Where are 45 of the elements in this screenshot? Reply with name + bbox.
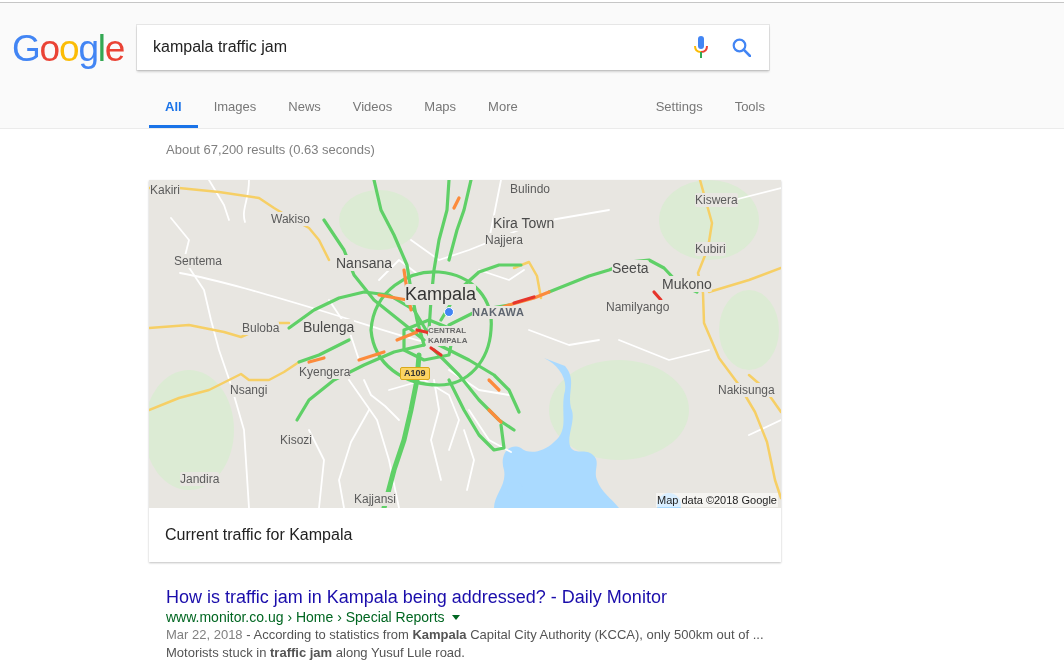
place-label: Bulindo (510, 182, 551, 196)
place-label: Nansana (336, 255, 393, 271)
nav-link[interactable]: Tools (718, 88, 781, 128)
place-label: Kira Town (493, 215, 555, 231)
search-input[interactable]: kampala traffic jam (153, 36, 694, 58)
place-label: Jandira (180, 472, 220, 486)
place-label: CENTRAL KAMPALA (428, 326, 470, 346)
google-logo[interactable]: Google (12, 23, 125, 71)
search-tab[interactable]: More (472, 88, 534, 128)
place-label: Nakisunga (718, 383, 775, 397)
place-label: Kubiri (695, 242, 726, 256)
search-tab[interactable]: Videos (336, 88, 409, 128)
location-dot-icon (444, 307, 454, 317)
place-label: Bulenga (303, 319, 355, 335)
place-label: Seeta (612, 260, 649, 276)
result-stats: About 67,200 results (0.63 seconds) (166, 141, 376, 159)
place-label: NAKAWA (472, 306, 525, 319)
place-label: Kampala (405, 284, 477, 305)
search-field[interactable]: kampala traffic jam (137, 24, 769, 70)
place-label: Najjera (485, 233, 523, 247)
map-attribution: Map data ©2018 Google (655, 493, 778, 507)
nav-link[interactable]: Settings (639, 88, 719, 128)
search-tab[interactable]: All (149, 88, 198, 128)
dropdown-caret-icon[interactable] (451, 614, 460, 620)
place-label: Kakiri (150, 183, 180, 197)
microphone-icon[interactable] (694, 36, 708, 58)
result-url: www.monitor.co.ug › Home › Special Reports (166, 608, 445, 626)
place-label: Sentema (174, 254, 223, 268)
place-label: Mukono (662, 276, 712, 292)
place-label: Kiswera (695, 193, 738, 207)
place-label: Namilyango (606, 300, 670, 314)
place-label: Kyengera (299, 365, 351, 379)
map-caption: Current traffic for Kampala (164, 525, 354, 545)
place-label: Buloba (242, 321, 280, 335)
result-snippet: Mar 22, 2018 - According to statistics from Kampala Capital City Authority (KCCA), only 500km out of ... Motorists stuck in traffic jam along Yusuf Lule road. (166, 626, 765, 662)
place-label: Kajjansi (354, 492, 397, 506)
search-tab[interactable]: News (272, 88, 337, 128)
place-label: Wakiso (271, 212, 310, 226)
place-label: Nsangi (230, 383, 268, 397)
place-label: Kisozi (280, 433, 312, 447)
search-icon[interactable] (732, 37, 751, 57)
search-tab[interactable]: Images (197, 88, 273, 128)
road-number-label: A109 (400, 367, 430, 380)
search-tab[interactable]: Maps (408, 88, 473, 128)
result-title-link[interactable]: How is traffic jam in Kampala being addressed? - Daily Monitor (166, 586, 667, 608)
